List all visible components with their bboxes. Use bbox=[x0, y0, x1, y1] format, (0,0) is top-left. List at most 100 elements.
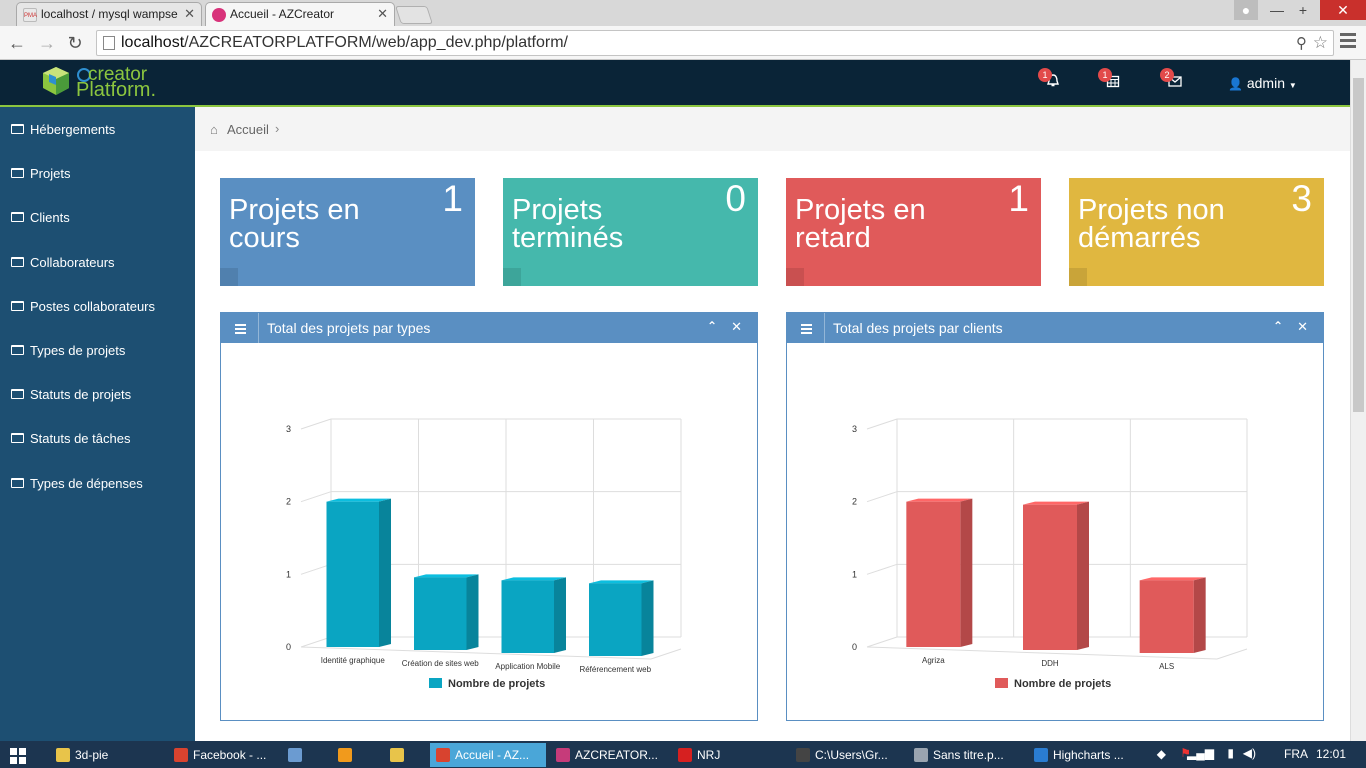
close-icon[interactable]: ✕ bbox=[1297, 319, 1308, 335]
user-icon: 👤 bbox=[1228, 77, 1243, 91]
scrollbar-thumb[interactable] bbox=[1353, 78, 1364, 412]
new-tab-button[interactable] bbox=[395, 6, 433, 24]
panel-menu-icon[interactable] bbox=[787, 313, 825, 343]
x-tick-label: Référencement web bbox=[579, 665, 651, 674]
folder-icon bbox=[11, 168, 24, 178]
sidebar-item-hebergements[interactable]: Hébergements bbox=[11, 122, 115, 137]
start-button[interactable] bbox=[10, 743, 38, 767]
close-tab-icon[interactable]: ✕ bbox=[184, 6, 195, 22]
folder-icon bbox=[11, 389, 24, 399]
stat-card-en-cours[interactable]: Projets en cours 1 bbox=[220, 178, 475, 286]
logo[interactable]: creator Platform. bbox=[40, 64, 180, 102]
taskbar-item[interactable] bbox=[384, 743, 422, 767]
taskbar-item[interactable]: Highcharts ... bbox=[1028, 743, 1140, 767]
caret-down-icon: ▼ bbox=[1288, 81, 1297, 90]
stat-card-termines[interactable]: Projets terminés 0 bbox=[503, 178, 758, 286]
chevron-up-icon[interactable]: ⌃ bbox=[1273, 319, 1283, 333]
battery-icon[interactable]: ▮ bbox=[1227, 746, 1234, 760]
taskbar-item[interactable]: Accueil - AZ... bbox=[430, 743, 546, 767]
calculator-icon bbox=[390, 748, 404, 762]
browser-menu-icon[interactable] bbox=[1340, 33, 1356, 51]
sidebar-item-clients[interactable]: Clients bbox=[11, 210, 70, 225]
breadcrumb: ⌂ Accueil › bbox=[195, 107, 1350, 151]
firefox-icon bbox=[1034, 748, 1048, 762]
back-icon[interactable]: ← bbox=[6, 32, 28, 54]
messages-button[interactable]: 2 bbox=[1160, 68, 1190, 94]
sidebar-item-postes-collaborateurs[interactable]: Postes collaborateurs bbox=[11, 299, 155, 314]
bar-front bbox=[589, 583, 642, 656]
bar-front bbox=[414, 577, 467, 650]
folder-icon bbox=[11, 212, 24, 222]
sidebar-item-types-de-projets[interactable]: Types de projets bbox=[11, 343, 125, 358]
bar-front bbox=[1023, 504, 1077, 650]
bar-side bbox=[1077, 501, 1089, 650]
browser-tab-phpmyadmin[interactable]: PMA localhost / mysql wampse ✕ bbox=[16, 2, 202, 26]
breadcrumb-home[interactable]: Accueil bbox=[227, 122, 269, 137]
language-indicator[interactable]: FRA bbox=[1284, 747, 1308, 761]
user-menu-button[interactable]: 👤 admin ▼ bbox=[1228, 75, 1297, 91]
sidebar-item-statuts-de-projets[interactable]: Statuts de projets bbox=[11, 387, 131, 402]
taskbar-item-label: C:\Users\Gr... bbox=[815, 748, 888, 762]
chevron-up-icon[interactable]: ⌃ bbox=[707, 319, 717, 333]
terminal-icon bbox=[796, 748, 810, 762]
phpstorm-icon bbox=[556, 748, 570, 762]
close-icon[interactable]: ✕ bbox=[731, 319, 742, 335]
browser-tab-azcreator[interactable]: Accueil - AZCreator ✕ bbox=[205, 2, 395, 27]
taskbar-item[interactable]: C:\Users\Gr... bbox=[790, 743, 902, 767]
panel-title: Total des projets par clients bbox=[833, 320, 1003, 336]
taskbar-item-label: Accueil - AZ... bbox=[455, 748, 530, 762]
chevron-right-icon: › bbox=[275, 121, 280, 136]
home-icon[interactable]: ⌂ bbox=[210, 122, 218, 137]
taskbar-item-label: Sans titre.p... bbox=[933, 748, 1004, 762]
signal-icon[interactable]: ▂▄▆ bbox=[1187, 746, 1214, 760]
calendar-button[interactable]: 1 bbox=[1098, 68, 1128, 94]
notifications-bell-button[interactable]: 1 bbox=[1038, 68, 1068, 94]
clock[interactable]: 12:01 bbox=[1316, 747, 1346, 761]
taskbar-item[interactable] bbox=[282, 743, 326, 767]
bar-side bbox=[1193, 577, 1206, 653]
close-tab-icon[interactable]: ✕ bbox=[377, 6, 388, 22]
legend-swatch bbox=[429, 678, 442, 688]
user-profile-icon[interactable]: ● bbox=[1234, 0, 1258, 20]
stat-value: 1 bbox=[1008, 178, 1029, 219]
taskbar-item[interactable]: NRJ bbox=[672, 743, 780, 767]
panel-menu-icon[interactable] bbox=[221, 313, 259, 343]
folder-icon bbox=[11, 124, 24, 134]
mail-badge: 2 bbox=[1160, 68, 1174, 82]
taskbar-item[interactable]: AZCREATOR... bbox=[550, 743, 662, 767]
close-window-icon[interactable]: ✕ bbox=[1320, 0, 1366, 20]
reload-icon[interactable]: ↻ bbox=[64, 32, 86, 54]
sidebar-item-statuts-de-taches[interactable]: Statuts de tâches bbox=[11, 431, 130, 446]
page-scrollbar[interactable] bbox=[1350, 60, 1366, 741]
panel-projets-par-types: Total des projets par types ⌃ ✕ 0 1 2 3 Iden… bbox=[220, 312, 758, 721]
address-bar[interactable]: localhost/AZCREATORPLATFORM/web/app_dev.… bbox=[96, 30, 1334, 56]
taskbar-item[interactable] bbox=[332, 743, 376, 767]
zoom-icon[interactable]: ⚲ bbox=[1296, 34, 1307, 52]
sidebar: Hébergements Projets Clients Collaborate… bbox=[0, 107, 195, 741]
stat-card-non-demarres[interactable]: Projets non démarrés 3 bbox=[1069, 178, 1324, 286]
panel-header: Total des projets par types ⌃ ✕ bbox=[221, 313, 757, 343]
taskbar-item[interactable]: Sans titre.p... bbox=[908, 743, 1020, 767]
tab-title: localhost / mysql wampse bbox=[41, 7, 178, 21]
sidebar-item-types-de-depenses[interactable]: Types de dépenses bbox=[11, 476, 143, 491]
panel-header: Total des projets par clients ⌃ ✕ bbox=[787, 313, 1323, 343]
bar-front bbox=[1139, 580, 1194, 653]
app-header: creator Platform. 1 1 2 👤 admin ▼ bbox=[0, 60, 1350, 107]
stat-card-en-retard[interactable]: Projets en retard 1 bbox=[786, 178, 1041, 286]
bar bbox=[906, 498, 973, 647]
stat-label: Projets non démarrés bbox=[1078, 194, 1225, 254]
maximize-icon[interactable]: + bbox=[1292, 0, 1314, 20]
sidebar-item-collaborateurs[interactable]: Collaborateurs bbox=[11, 255, 115, 270]
taskbar-item[interactable]: Facebook - ... bbox=[168, 743, 276, 767]
tray-arrow-icon[interactable]: ◆ bbox=[1157, 747, 1166, 761]
bookmark-star-icon[interactable]: ☆ bbox=[1313, 33, 1328, 53]
sidebar-item-projets[interactable]: Projets bbox=[11, 166, 70, 181]
bell-badge: 1 bbox=[1038, 68, 1052, 82]
windows-logo-icon bbox=[10, 748, 26, 764]
volume-icon[interactable]: ◀) bbox=[1243, 746, 1256, 760]
taskbar-item-label: Facebook - ... bbox=[193, 748, 267, 762]
taskbar-item[interactable]: 3d-pie bbox=[50, 743, 162, 767]
forward-icon[interactable]: → bbox=[36, 32, 58, 54]
minimize-icon[interactable]: — bbox=[1266, 0, 1288, 20]
azcreator-icon bbox=[212, 8, 226, 22]
